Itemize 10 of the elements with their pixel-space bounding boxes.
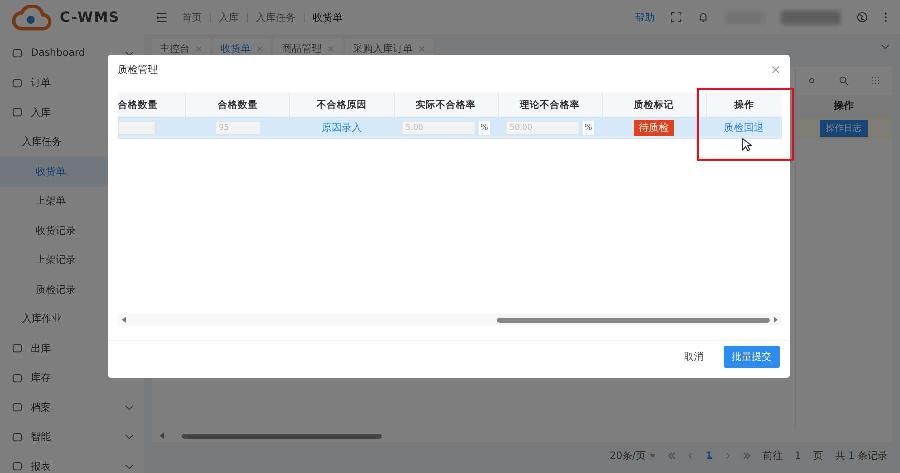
logo-text: C-WMS <box>60 10 120 26</box>
page-unit: 页 <box>813 450 824 463</box>
unit-label: % <box>478 121 490 135</box>
dialog-title: 质检管理 <box>118 64 158 77</box>
unit-label: % <box>582 121 594 135</box>
status-tag: 待质检 <box>634 120 674 136</box>
column-header: 操作 <box>796 95 892 117</box>
goto-label: 前往 <box>762 450 783 463</box>
total-count: 共 1 条记录 <box>835 450 888 463</box>
column-header: 操作 <box>733 98 756 112</box>
